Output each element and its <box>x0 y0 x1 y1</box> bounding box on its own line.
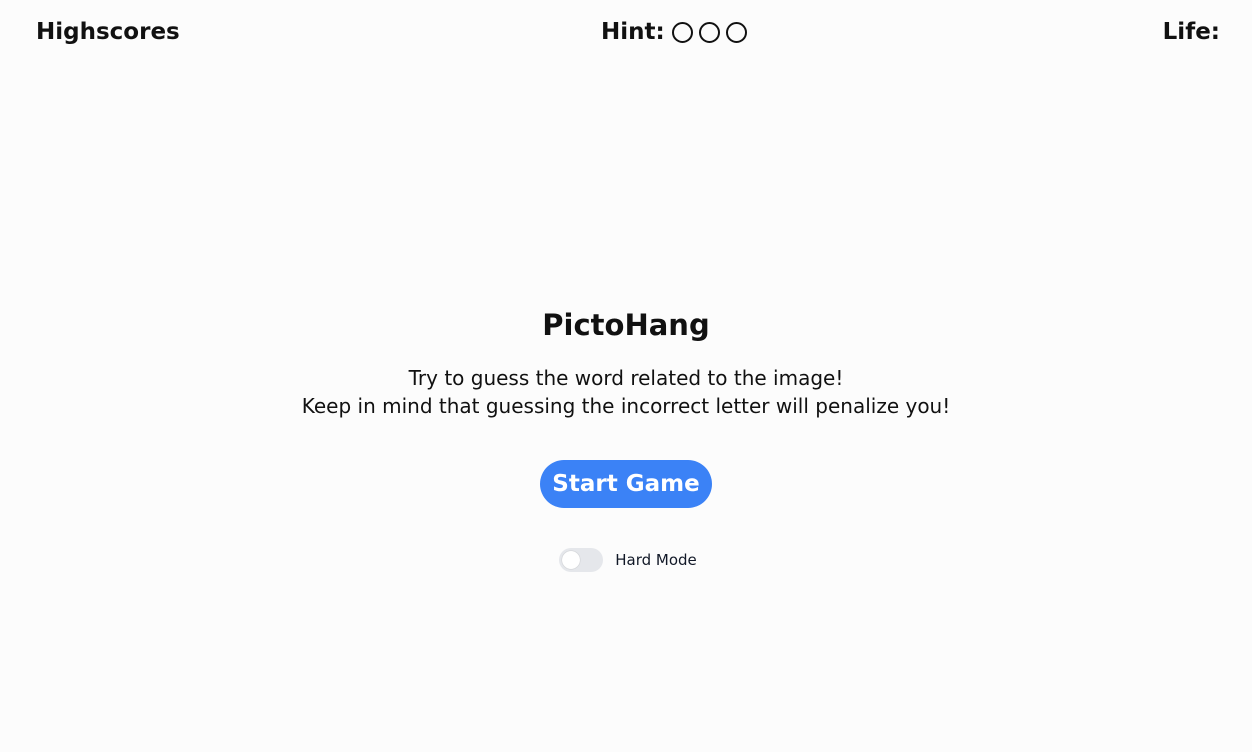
hint-circle-icon[interactable] <box>725 21 747 43</box>
top-bar: Highscores Hint: Life: <box>0 0 1252 64</box>
hard-mode-row: Hard Mode <box>4 548 1252 572</box>
hint-circle-icon[interactable] <box>671 21 693 43</box>
toggle-knob <box>562 551 581 569</box>
hint-indicator: Hint: <box>601 16 750 48</box>
hint-label: Hint: <box>601 19 665 45</box>
start-game-button[interactable]: Start Game <box>540 460 712 508</box>
life-label: Life: <box>1162 19 1220 45</box>
description-line-1: Try to guess the word related to the ima… <box>408 366 844 390</box>
hint-circle-icon[interactable] <box>698 21 720 43</box>
highscores-link[interactable]: Highscores <box>36 16 180 48</box>
hard-mode-toggle[interactable] <box>559 548 604 572</box>
hard-mode-label: Hard Mode <box>615 551 697 569</box>
description-line-2: Keep in mind that guessing the incorrect… <box>301 394 951 418</box>
game-description: Try to guess the word related to the ima… <box>0 364 1252 420</box>
start-panel: PictoHang Try to guess the word related … <box>0 300 1252 572</box>
game-title: PictoHang <box>542 308 710 342</box>
